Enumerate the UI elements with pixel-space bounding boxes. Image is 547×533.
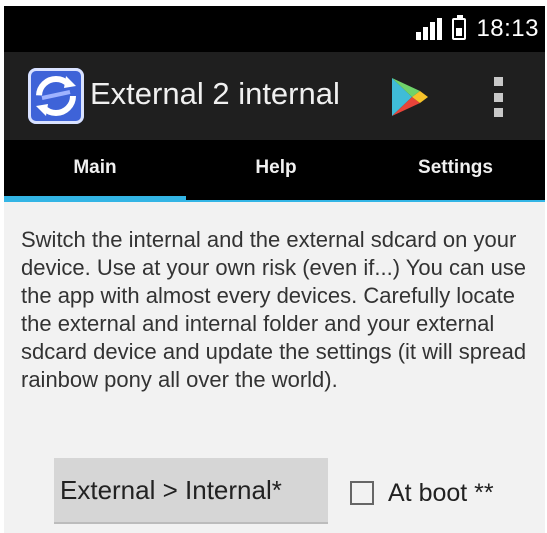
play-store-icon[interactable] [390,76,430,118]
sync-arrows-icon[interactable] [28,68,84,124]
tab-bar: Main Help Settings [4,140,545,202]
status-time: 18:13 [476,15,539,42]
battery-icon [452,15,467,40]
at-boot-option[interactable]: At boot ** [350,476,494,510]
tab-main-label: Main [73,157,117,178]
signal-bars-icon [416,18,443,40]
tab-settings-label: Settings [418,157,493,178]
description-text: Switch the internal and the external sdc… [21,227,527,392]
external-to-internal-button[interactable]: External > Internal* [54,458,328,524]
status-icons: 18:13 [416,15,539,43]
tab-main[interactable]: Main [4,140,186,202]
selected-tab-indicator [4,196,186,202]
tab-settings[interactable]: Settings [366,140,545,202]
status-bar: 18:13 [4,6,545,52]
app-title: External 2 internal [90,76,340,111]
at-boot-label: At boot ** [388,478,494,507]
tab-help-label: Help [255,157,297,178]
overflow-menu-icon[interactable] [494,77,504,117]
tab-help[interactable]: Help [186,140,366,202]
action-bar: External 2 internal [4,52,545,140]
at-boot-checkbox[interactable] [350,481,374,505]
app-screen: 18:13 External 2 internal Main Help Sett… [4,6,545,533]
